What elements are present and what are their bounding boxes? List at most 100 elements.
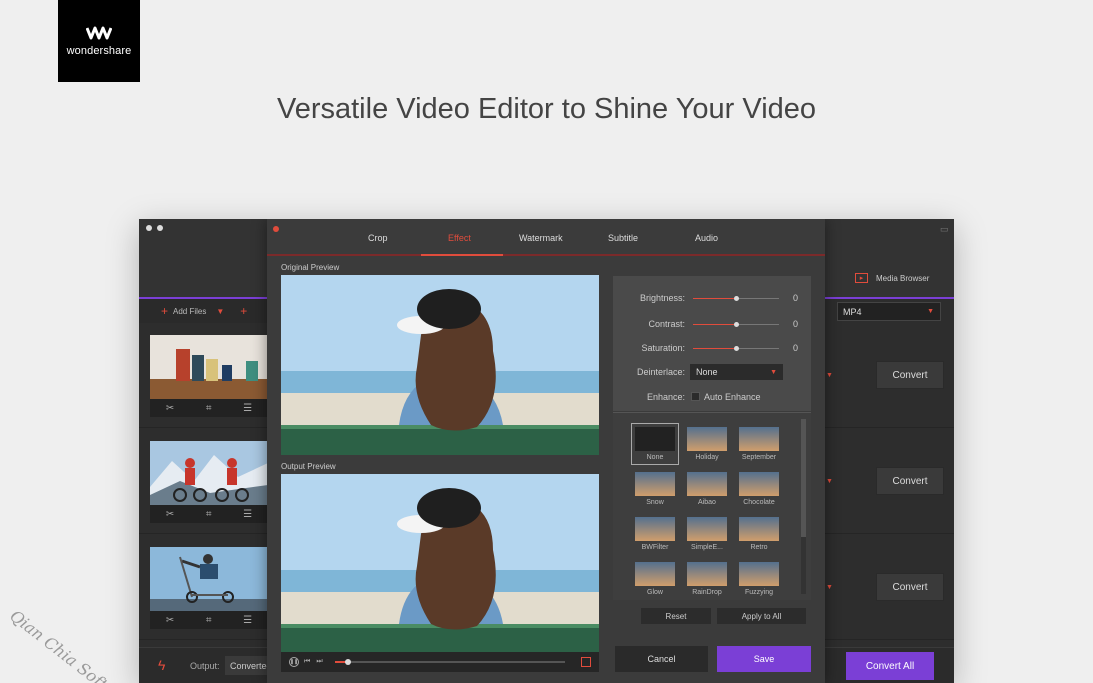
add-more-icon[interactable]: + (240, 304, 247, 318)
filter-retro[interactable]: Retro (739, 517, 779, 551)
convert-all-button[interactable]: Convert All (846, 652, 934, 680)
convert-button[interactable]: Convert (876, 467, 944, 495)
lightning-icon[interactable]: ϟ (158, 657, 165, 673)
brightness-slider[interactable] (693, 296, 779, 301)
filter-thumbnail (687, 562, 727, 586)
contrast-slider[interactable] (693, 322, 779, 327)
filter-name: Fuzzying (744, 589, 773, 596)
converter-window: ▭ ▸ Media Browser + Add Files ▼ + MP4 ▼ (139, 219, 954, 683)
deinterlace-value: None (696, 367, 718, 377)
output-label: Output: (190, 661, 220, 671)
pause-icon[interactable]: ❚❚ (289, 657, 299, 667)
tab-crop[interactable]: Crop (368, 233, 388, 243)
enhance-label: Enhance: (646, 392, 685, 402)
chevron-icon[interactable]: ▼ (826, 372, 833, 379)
chevron-icon[interactable]: ▼ (826, 584, 833, 591)
filter-thumbnail (739, 472, 779, 496)
filter-name: None (646, 454, 664, 461)
save-button[interactable]: Save (717, 646, 811, 672)
active-tab-indicator (421, 254, 503, 256)
effects-icon[interactable]: ☰ (243, 403, 252, 414)
brand-name: wondershare (66, 45, 132, 57)
filter-thumbnail (739, 517, 779, 541)
slider-handle[interactable] (734, 296, 739, 301)
saturation-value: 0 (793, 343, 799, 353)
scissors-icon[interactable]: ✂ (166, 509, 174, 520)
wondershare-mark-icon (86, 26, 112, 40)
filter-chocolate[interactable]: Chocolate (739, 472, 779, 506)
deinterlace-label: Deinterlace: (636, 367, 685, 377)
effects-icon[interactable]: ☰ (243, 509, 252, 520)
saturation-label: Saturation: (641, 343, 685, 353)
video-thumbnail-cyclists[interactable] (150, 441, 268, 505)
filter-name: Chocolate (743, 499, 775, 506)
format-value: MP4 (843, 306, 862, 317)
slider-handle[interactable] (734, 322, 739, 327)
tab-effect[interactable]: Effect (448, 233, 471, 243)
chevron-down-icon[interactable]: ▼ (216, 307, 224, 316)
video-thumbnail-bottles[interactable] (150, 335, 268, 399)
deinterlace-select[interactable]: None ▼ (690, 364, 783, 380)
crop-icon[interactable]: ⌗ (206, 615, 212, 626)
chevron-icon[interactable]: ▼ (826, 478, 833, 485)
scissors-icon[interactable]: ✂ (166, 403, 174, 414)
clip-tools: ✂ ⌗ ☰ (150, 399, 268, 417)
apply-to-all-button[interactable]: Apply to All (717, 608, 806, 624)
close-dialog-icon[interactable] (273, 226, 279, 232)
slider-handle[interactable] (734, 346, 739, 351)
minimize-window-icon[interactable] (157, 225, 163, 231)
filter-name: SimpleE... (691, 544, 723, 551)
brightness-row: Brightness: 0 (613, 290, 811, 306)
filter-holiday[interactable]: Holiday (687, 427, 727, 461)
video-editor-dialog: Crop Effect Watermark Subtitle Audio Ori… (267, 219, 825, 683)
crop-icon[interactable]: ⌗ (206, 403, 212, 414)
filter-name: RainDrop (692, 589, 722, 596)
effects-icon[interactable]: ☰ (243, 615, 252, 626)
chat-icon[interactable]: ▭ (940, 224, 949, 235)
media-browser-button[interactable]: ▸ Media Browser (855, 273, 929, 283)
filter-thumbnail (739, 562, 779, 586)
filter-glow[interactable]: Glow (635, 562, 675, 596)
playback-timeline[interactable] (334, 659, 565, 665)
next-frame-icon[interactable]: ⏭ (316, 658, 322, 666)
filter-fuzzying[interactable]: Fuzzying (739, 562, 779, 596)
wondershare-logo: wondershare (58, 0, 140, 82)
video-thumbnail-scooter[interactable] (150, 547, 268, 611)
output-preview-label: Output Preview (281, 462, 336, 471)
timeline-handle[interactable] (345, 659, 352, 665)
tab-watermark[interactable]: Watermark (519, 233, 563, 243)
slider-fill (693, 348, 736, 349)
auto-enhance-checkbox[interactable] (691, 392, 700, 401)
filter-scrollbar[interactable] (801, 419, 806, 594)
filter-september[interactable]: September (739, 427, 779, 461)
output-format-select[interactable]: MP4 ▼ (837, 302, 941, 321)
saturation-slider[interactable] (693, 346, 779, 351)
filter-thumbnail (687, 472, 727, 496)
tab-subtitle[interactable]: Subtitle (608, 233, 638, 243)
filter-thumbnail (635, 562, 675, 586)
fullscreen-icon[interactable] (581, 657, 591, 667)
filter-aibao[interactable]: Aibao (687, 472, 727, 506)
add-files-button[interactable]: Add Files (173, 307, 206, 316)
crop-icon[interactable]: ⌗ (206, 509, 212, 520)
cancel-button[interactable]: Cancel (615, 646, 708, 672)
filter-name: Holiday (695, 454, 719, 461)
scissors-icon[interactable]: ✂ (166, 615, 174, 626)
scrollbar-thumb[interactable] (801, 419, 806, 537)
filter-raindrop[interactable]: RainDrop (687, 562, 727, 596)
auto-enhance-label[interactable]: Auto Enhance (704, 392, 761, 402)
filter-none[interactable]: None (631, 423, 679, 465)
filter-simplee[interactable]: SimpleE... (687, 517, 727, 551)
filter-snow[interactable]: Snow (635, 472, 675, 506)
original-preview-image (281, 275, 599, 455)
convert-button[interactable]: Convert (876, 573, 944, 601)
chevron-down-icon: ▼ (770, 368, 777, 376)
filter-bwfilter[interactable]: BWFilter (635, 517, 675, 551)
tab-audio[interactable]: Audio (695, 233, 718, 243)
close-window-icon[interactable] (146, 225, 152, 231)
convert-button[interactable]: Convert (876, 361, 944, 389)
filter-thumbnail (687, 427, 727, 451)
reset-button[interactable]: Reset (641, 608, 711, 624)
plus-icon: + (161, 304, 169, 318)
previous-frame-icon[interactable]: ⏮ (304, 658, 310, 666)
